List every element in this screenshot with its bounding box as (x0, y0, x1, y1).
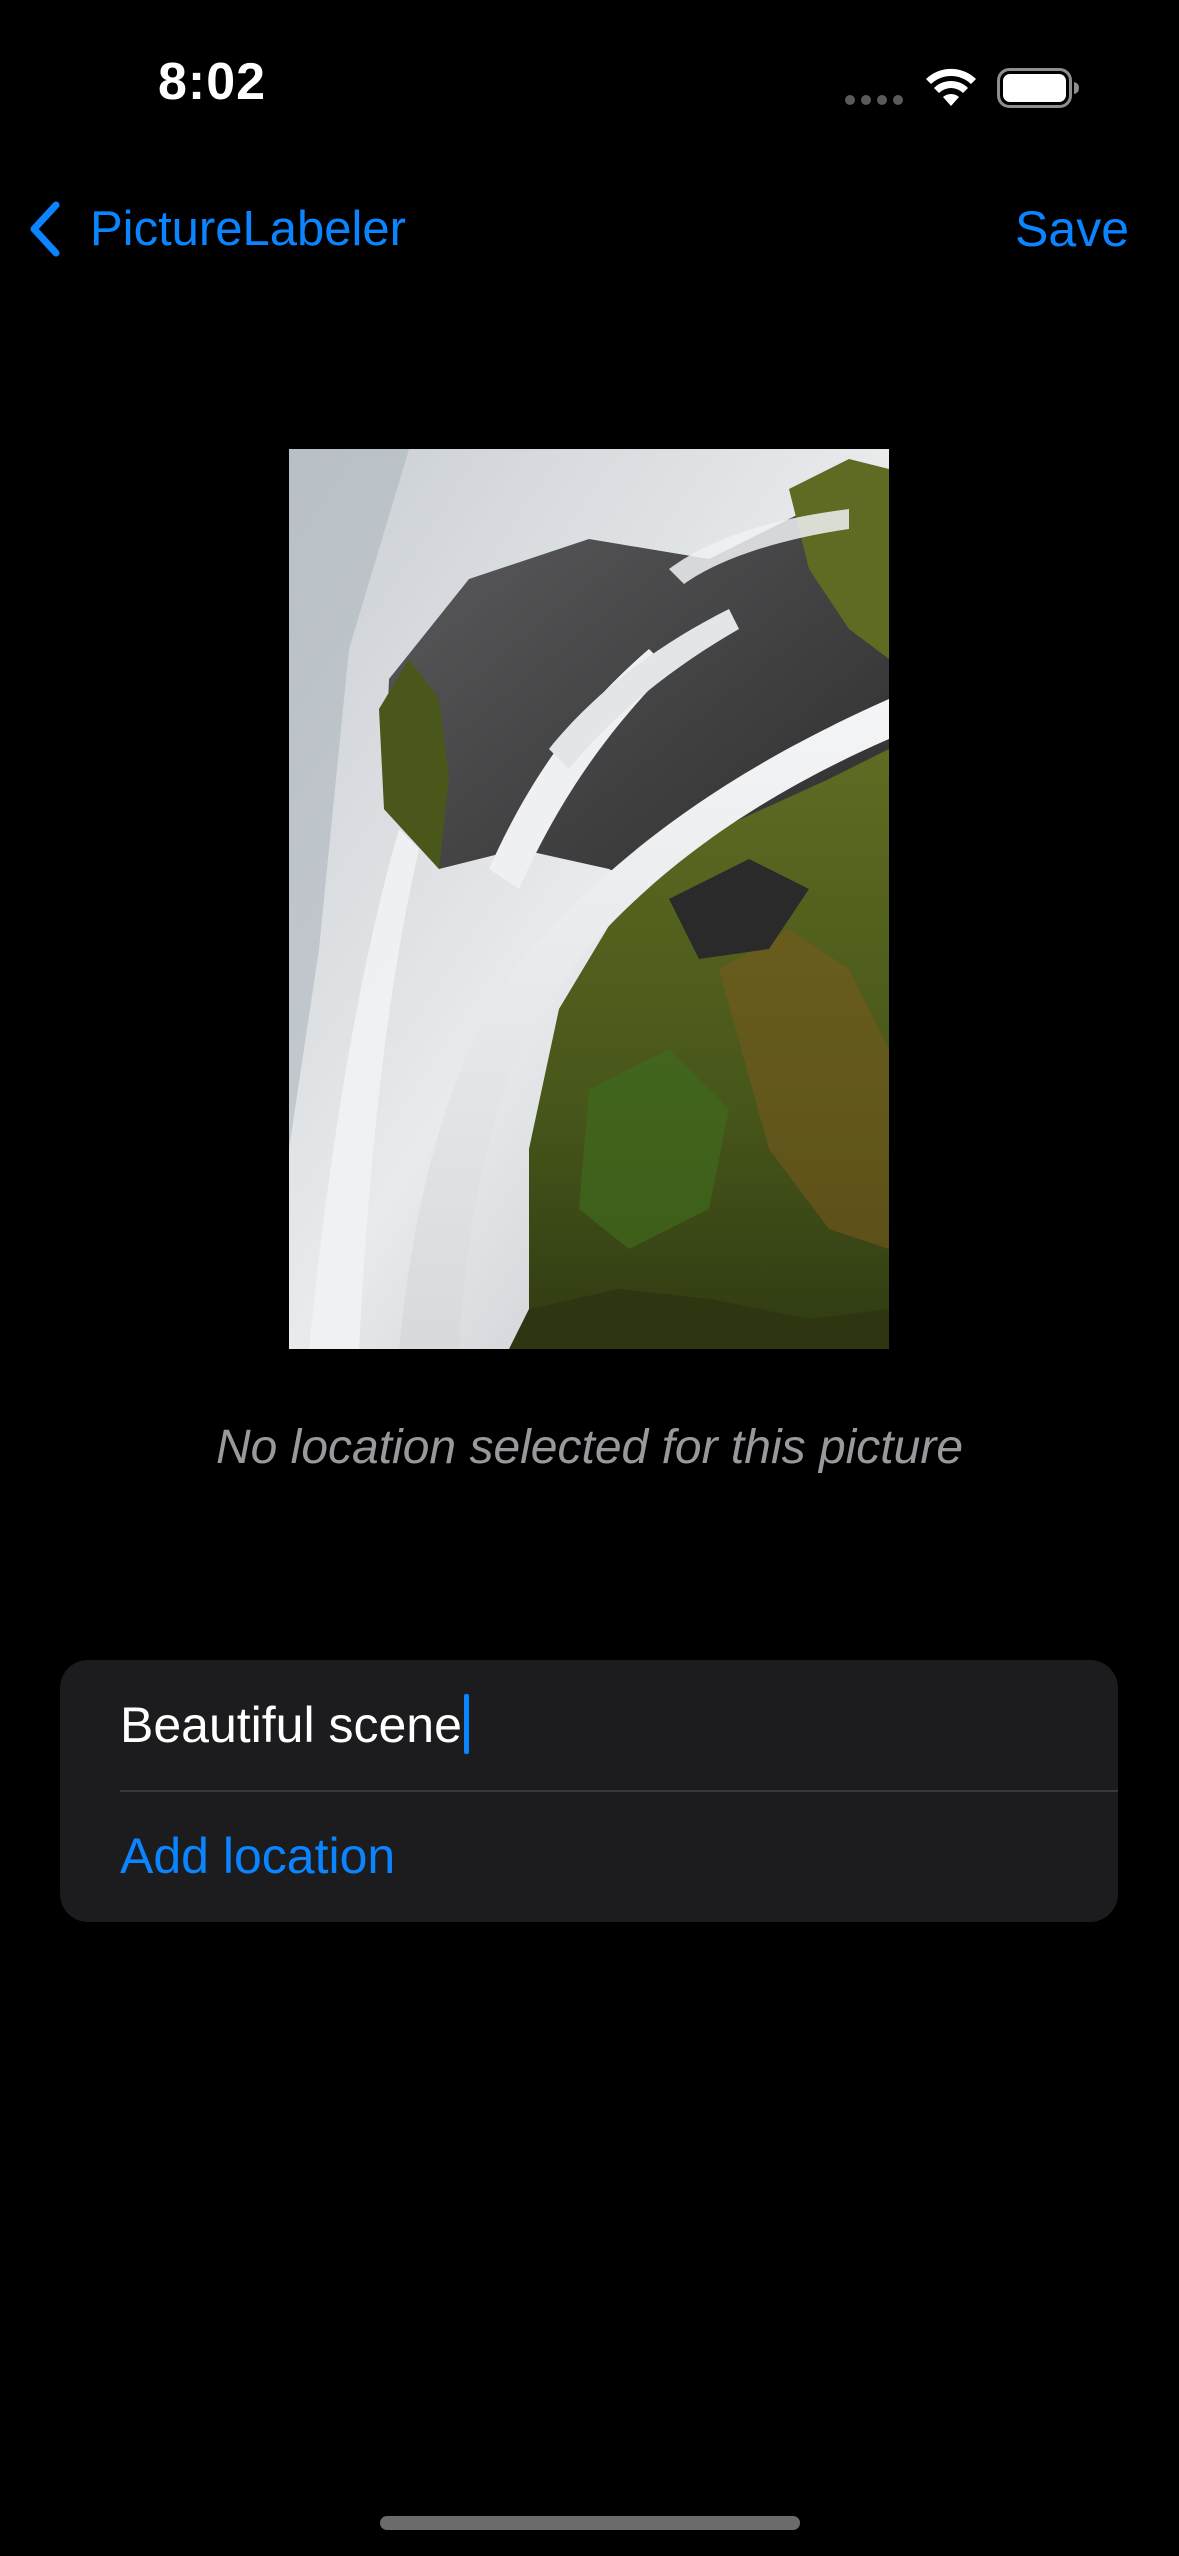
chevron-left-icon (30, 201, 60, 257)
add-location-row[interactable]: Add location (60, 1791, 1118, 1922)
waterfall-image (289, 449, 889, 1349)
back-button[interactable]: PictureLabeler (24, 194, 406, 264)
navigation-bar: PictureLabeler Save (0, 180, 1179, 280)
back-button-label: PictureLabeler (90, 202, 406, 256)
caption-row[interactable]: Beautiful scene (60, 1660, 1118, 1791)
caption-text-field[interactable]: Beautiful scene (120, 1694, 469, 1754)
home-indicator[interactable] (380, 2516, 800, 2530)
location-status-text: No location selected for this picture (215, 1421, 964, 1474)
label-form-card: Beautiful scene Add location (60, 1660, 1118, 1922)
save-button[interactable]: Save (1015, 194, 1129, 264)
caption-value: Beautiful scene (120, 1697, 462, 1753)
wifi-icon (926, 68, 976, 106)
waterfall-photo (289, 449, 889, 1349)
battery-icon (997, 68, 1079, 108)
status-time: 8:02 (158, 53, 267, 111)
status-bar: 8:02 (0, 0, 1179, 170)
add-location-button[interactable]: Add location (120, 1827, 395, 1885)
cellular-signal-icon (845, 95, 905, 105)
text-cursor (463, 1694, 469, 1754)
